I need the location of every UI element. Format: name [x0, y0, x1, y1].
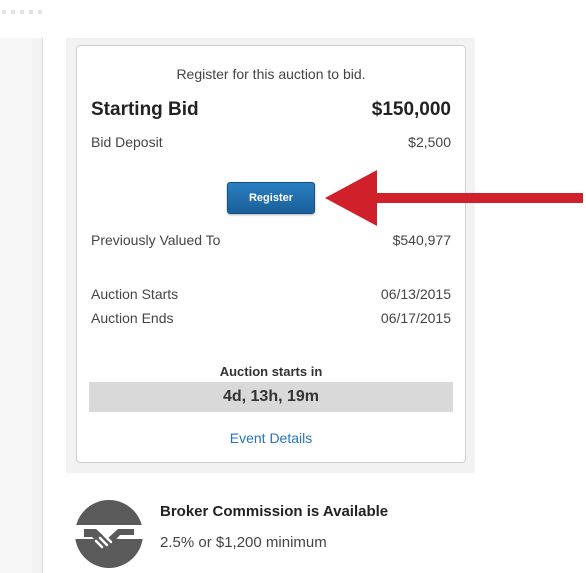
bid-deposit-row: Bid Deposit $2,500 [91, 134, 451, 150]
auction-ends-value: 06/17/2015 [380, 310, 451, 326]
page: Register for this auction to bid. Starti… [0, 0, 586, 573]
auction-starts-row: Auction Starts 06/13/2015 [91, 286, 451, 302]
register-prompt: Register for this auction to bid. [176, 66, 366, 82]
register-button[interactable]: Register [227, 182, 315, 214]
starting-bid-label: Starting Bid [91, 99, 199, 120]
countdown-label: Auction starts in [219, 364, 323, 379]
previously-valued-row: Previously Valued To $540,977 [91, 232, 451, 248]
bid-deposit-value: $2,500 [408, 134, 451, 150]
bid-deposit-label: Bid Deposit [91, 134, 163, 150]
top-dots [2, 10, 42, 14]
auction-card: Register for this auction to bid. Starti… [76, 45, 466, 463]
left-panel-inner [0, 38, 32, 573]
previously-valued-value: $540,977 [392, 232, 451, 248]
handshake-icon [74, 500, 144, 568]
auction-ends-row: Auction Ends 06/17/2015 [91, 310, 451, 326]
auction-starts-value: 06/13/2015 [380, 286, 451, 302]
previously-valued-label: Previously Valued To [91, 232, 221, 248]
starting-bid-row: Starting Bid $150,000 [91, 99, 451, 121]
starting-bid-value: $150,000 [371, 99, 451, 120]
red-arrow-icon [325, 170, 583, 226]
top-strip [0, 0, 586, 40]
countdown-timer: 4d, 13h, 19m [89, 382, 453, 412]
broker-commission-title: Broker Commission is Available [160, 503, 389, 520]
auction-starts-label: Auction Starts [91, 286, 179, 302]
event-details-link[interactable]: Event Details [77, 430, 465, 446]
auction-ends-label: Auction Ends [91, 310, 174, 326]
broker-commission-terms: 2.5% or $1,200 minimum [160, 534, 327, 551]
left-panel [0, 38, 43, 573]
